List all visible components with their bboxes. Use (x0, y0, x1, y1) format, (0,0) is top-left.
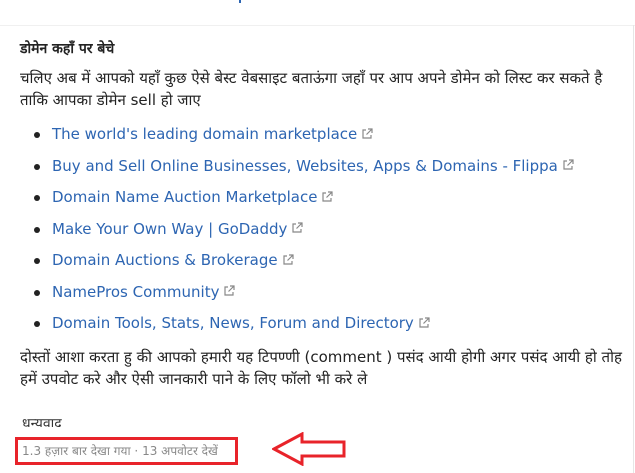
external-link-icon (563, 159, 574, 170)
link-label: Make Your Own Way | GoDaddy (52, 219, 288, 238)
bullet-icon (34, 289, 40, 296)
bullet-icon (34, 132, 40, 138)
link-auctions-brokerage[interactable]: Domain Auctions & Brokerage (52, 251, 294, 269)
external-link-icon (224, 285, 236, 296)
list-item: Domain Auctions & Brokerage (20, 245, 625, 277)
list-item: NamePros Community (20, 277, 625, 309)
right-divider (633, 25, 634, 473)
section-title: डोमेन कहाँ पर बेचे (20, 41, 115, 57)
external-link-icon (362, 127, 373, 139)
answer-content: डोमेन कहाँ पर बेचे चलिए अब में आपको यहाँ… (20, 39, 625, 390)
bullet-icon (34, 195, 40, 201)
link-namepros[interactable]: NamePros Community (52, 282, 236, 301)
link-list: The world's leading domain marketplace B… (20, 119, 625, 340)
external-link-icon (419, 316, 430, 328)
top-strip (0, 0, 635, 26)
link-godaddy[interactable]: Make Your Own Way | GoDaddy (52, 219, 304, 238)
link-label: Buy and Sell Online Businesses, Websites… (52, 156, 558, 175)
arrow-left-icon (272, 432, 346, 466)
link-domain-marketplace[interactable]: The world's leading domain marketplace (52, 125, 373, 143)
bullet-icon (34, 321, 40, 327)
list-item: Domain Name Auction Marketplace (20, 182, 625, 214)
thanks-text: धन्यवाद (22, 416, 62, 427)
external-link-icon (322, 190, 334, 202)
bullet-icon (34, 258, 40, 264)
external-link-icon (292, 222, 304, 233)
list-item: Domain Tools, Stats, News, Forum and Dir… (20, 308, 625, 340)
link-domain-tools[interactable]: Domain Tools, Stats, News, Forum and Dir… (52, 314, 430, 332)
link-label: Domain Auctions & Brokerage (52, 251, 278, 269)
top-dot (239, 0, 241, 3)
link-label: Domain Tools, Stats, News, Forum and Dir… (52, 314, 414, 332)
external-link-icon (282, 253, 294, 265)
bullet-icon (34, 226, 40, 233)
link-auction-marketplace[interactable]: Domain Name Auction Marketplace (52, 188, 334, 206)
link-flippa[interactable]: Buy and Sell Online Businesses, Websites… (52, 157, 574, 175)
outro-paragraph: दोस्तों आशा करता हु की आपको हमारी यह टिप… (20, 347, 622, 388)
link-label: NamePros Community (52, 282, 220, 301)
list-item: The world's leading domain marketplace (20, 119, 625, 151)
list-item: Make Your Own Way | GoDaddy (20, 214, 625, 246)
view-stats[interactable]: 1.3 हज़ार बार देखा गया · 13 अपवोटर देखें (22, 443, 218, 459)
intro-paragraph: चलिए अब में आपको यहाँ कुछ ऐसे बेस्ट वेबस… (20, 69, 603, 109)
link-label: The world's leading domain marketplace (52, 125, 358, 143)
list-item: Buy and Sell Online Businesses, Websites… (20, 151, 625, 183)
link-label: Domain Name Auction Marketplace (52, 188, 318, 206)
bullet-icon (34, 163, 40, 170)
